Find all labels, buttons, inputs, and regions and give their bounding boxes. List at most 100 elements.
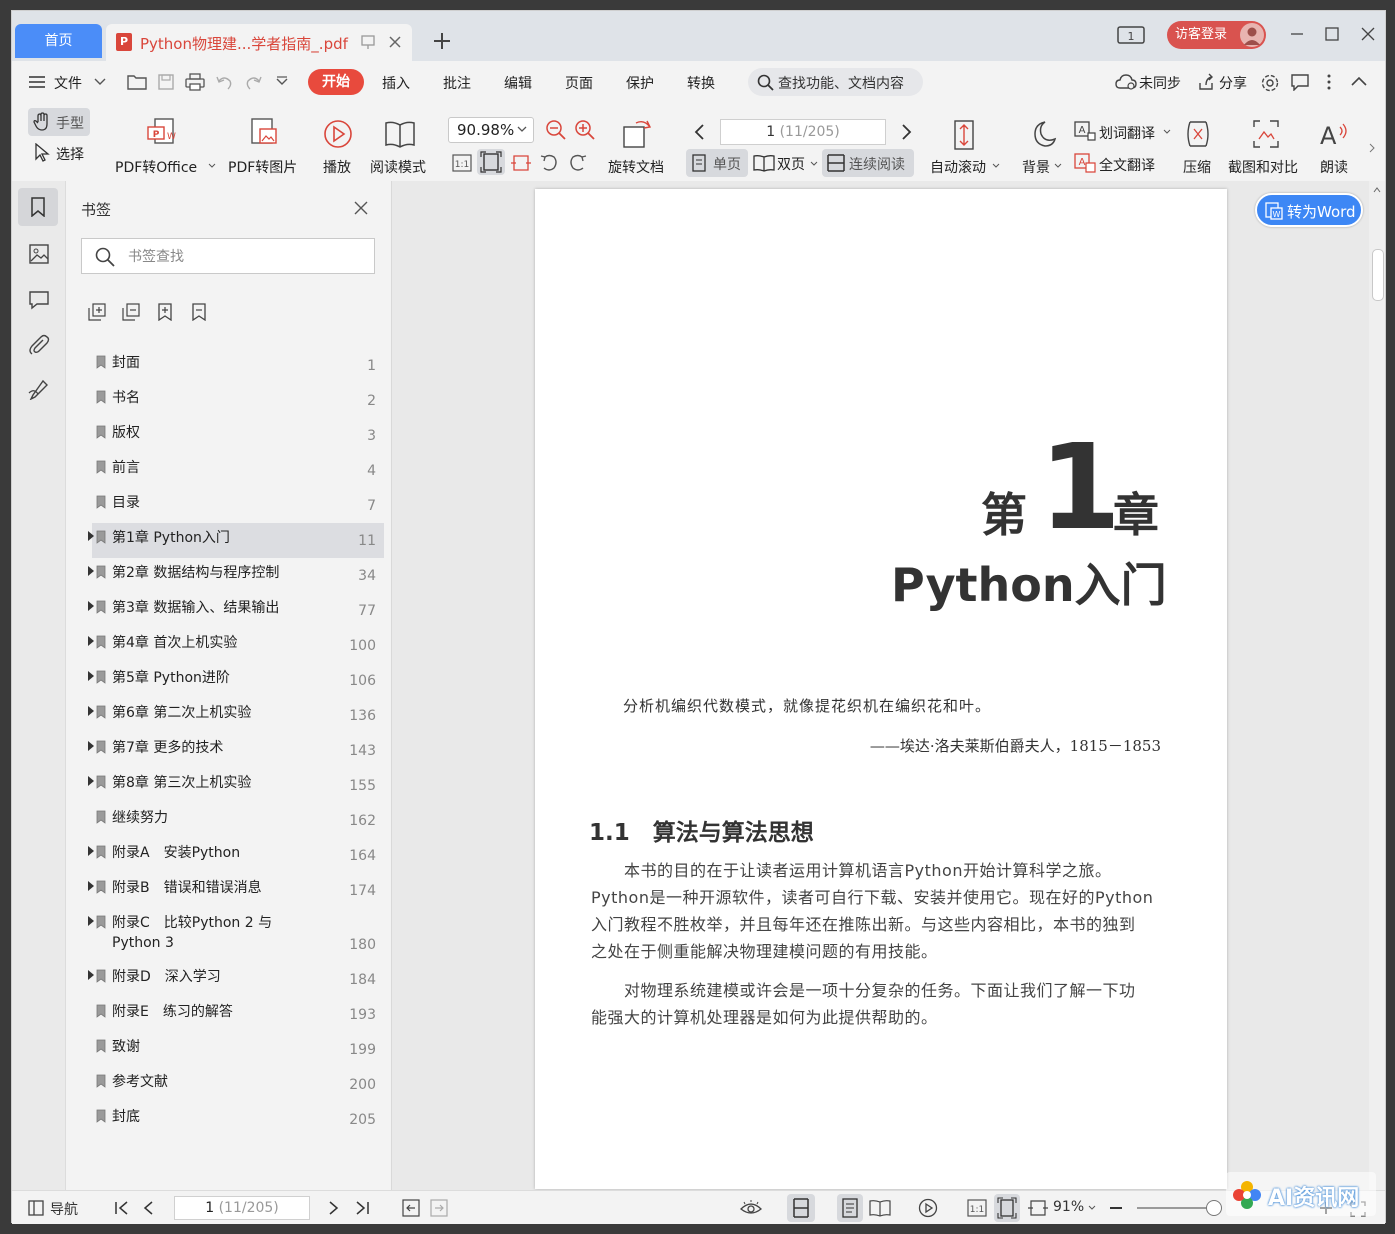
continuous-view-status-icon[interactable] bbox=[787, 1194, 815, 1222]
feedback-icon[interactable] bbox=[1290, 73, 1310, 91]
expand-arrow-icon[interactable] bbox=[88, 776, 94, 786]
expand-arrow-icon[interactable] bbox=[88, 706, 94, 716]
pdf-to-office-icon[interactable]: PW bbox=[145, 117, 179, 149]
toolbar-scroll-right-icon[interactable] bbox=[1368, 143, 1376, 153]
expand-arrow-icon[interactable] bbox=[88, 671, 94, 681]
feature-search[interactable]: 查找功能、文档内容 bbox=[748, 68, 923, 96]
bookmark-item[interactable]: 第2章 数据结构与程序控制 34 bbox=[88, 558, 384, 593]
back-view-icon[interactable] bbox=[402, 1199, 420, 1217]
bookmark-item[interactable]: 第5章 Python进阶 106 bbox=[88, 663, 384, 698]
next-page-icon[interactable] bbox=[328, 1200, 340, 1216]
auto-scroll-button[interactable]: 自动滚动 bbox=[930, 157, 986, 177]
bookmark-item[interactable]: 继续努力 162 bbox=[92, 803, 384, 838]
word-translate-button[interactable]: 划词翻译 bbox=[1099, 123, 1155, 143]
zoom-slider-handle[interactable] bbox=[1206, 1200, 1222, 1216]
chevron-down-icon[interactable] bbox=[810, 161, 818, 167]
new-tab-icon[interactable] bbox=[432, 31, 452, 51]
play-button[interactable]: 播放 bbox=[323, 157, 351, 177]
night-mode-moon-icon[interactable] bbox=[1027, 119, 1057, 149]
expand-arrow-icon[interactable] bbox=[88, 881, 94, 891]
bookmark-item[interactable]: 致谢 199 bbox=[92, 1032, 384, 1067]
expand-arrow-icon[interactable] bbox=[88, 636, 94, 646]
bookmark-item[interactable]: 第4章 首次上机实验 100 bbox=[88, 628, 384, 663]
comment-icon[interactable] bbox=[28, 290, 50, 310]
bookmark-item[interactable]: 书名 2 bbox=[92, 383, 384, 418]
full-translate-icon[interactable]: A bbox=[1074, 153, 1096, 173]
fit-page-icon[interactable] bbox=[477, 149, 505, 175]
vertical-scrollbar[interactable] bbox=[1369, 181, 1385, 1190]
more-options-icon[interactable] bbox=[1326, 73, 1332, 91]
hand-tool[interactable]: 手型 bbox=[28, 108, 90, 136]
screenshot-compare-button[interactable]: 截图和对比 bbox=[1228, 157, 1298, 177]
menu-insert[interactable]: 插入 bbox=[382, 73, 410, 93]
guest-login-button[interactable]: 访客登录 bbox=[1167, 21, 1266, 49]
close-window-icon[interactable] bbox=[1360, 26, 1376, 42]
cloud-sync-icon[interactable] bbox=[1115, 73, 1137, 91]
more-quick-access-icon[interactable] bbox=[276, 76, 288, 88]
scroll-up-icon[interactable] bbox=[1373, 187, 1381, 193]
maximize-icon[interactable] bbox=[1324, 26, 1340, 42]
signature-pen-icon[interactable] bbox=[28, 378, 50, 400]
chevron-down-icon[interactable] bbox=[208, 163, 216, 169]
bookmark-item[interactable]: 参考文献 200 bbox=[92, 1067, 384, 1102]
prev-page-icon[interactable] bbox=[692, 123, 706, 141]
bookmark-item[interactable]: 第1章 Python入门 11 bbox=[88, 523, 384, 558]
attachment-paperclip-icon[interactable] bbox=[28, 334, 50, 356]
expand-arrow-icon[interactable] bbox=[88, 970, 94, 980]
bookmark-item[interactable]: 附录C 比较Python 2 与Python 3 180 bbox=[88, 908, 384, 962]
zoom-select[interactable]: 90.98% bbox=[448, 117, 534, 143]
navigation-panel-icon[interactable] bbox=[28, 1200, 44, 1216]
print-icon[interactable] bbox=[185, 73, 205, 91]
chevron-down-icon[interactable] bbox=[1054, 163, 1062, 169]
menu-protect[interactable]: 保护 bbox=[626, 73, 654, 93]
word-translate-icon[interactable]: A bbox=[1074, 121, 1096, 141]
tab-close-icon[interactable] bbox=[387, 34, 403, 50]
status-zoom-value[interactable]: 91% bbox=[1053, 1199, 1084, 1215]
pdf-to-office-button[interactable]: PDF转Office bbox=[115, 157, 197, 177]
fit-width-status-icon[interactable] bbox=[1027, 1199, 1049, 1217]
bookmark-item[interactable]: 封面 1 bbox=[92, 348, 384, 383]
bookmark-item[interactable]: 附录E 练习的解答 193 bbox=[92, 997, 384, 1032]
thumbnail-image-icon[interactable] bbox=[29, 244, 49, 264]
chevron-down-icon[interactable] bbox=[1163, 129, 1171, 135]
rotate-left-icon[interactable] bbox=[539, 153, 559, 173]
sync-status[interactable]: 未同步 bbox=[1139, 73, 1181, 93]
read-aloud-button[interactable]: 朗读 bbox=[1320, 157, 1348, 177]
first-page-icon[interactable] bbox=[114, 1200, 130, 1216]
chevron-down-icon[interactable] bbox=[94, 77, 106, 87]
actual-size-status-icon[interactable]: 1:1 bbox=[967, 1199, 987, 1217]
save-icon[interactable] bbox=[157, 73, 175, 91]
expand-arrow-icon[interactable] bbox=[88, 741, 94, 751]
fit-width-icon[interactable] bbox=[510, 153, 532, 173]
expand-arrow-icon[interactable] bbox=[88, 916, 94, 926]
menu-file[interactable]: 文件 bbox=[54, 73, 82, 93]
full-translate-button[interactable]: 全文翻译 bbox=[1099, 155, 1155, 175]
play-icon[interactable] bbox=[323, 119, 353, 149]
minimize-icon[interactable] bbox=[1289, 26, 1305, 42]
window-layout-icon[interactable]: 1 bbox=[1117, 25, 1147, 45]
redo-icon[interactable] bbox=[245, 73, 263, 91]
page-number-input[interactable]: 1 (11/205) bbox=[720, 119, 886, 145]
bookmark-item[interactable]: 第3章 数据输入、结果输出 77 bbox=[88, 593, 384, 628]
status-page-input[interactable]: 1 (11/205) bbox=[174, 1196, 310, 1220]
share-icon[interactable] bbox=[1197, 73, 1215, 91]
zoom-out-minus-icon[interactable] bbox=[1109, 1206, 1123, 1210]
rotate-document-icon[interactable] bbox=[622, 117, 654, 149]
open-folder-icon[interactable] bbox=[127, 73, 147, 91]
menu-page[interactable]: 页面 bbox=[565, 73, 593, 93]
continuous-read-toggle[interactable]: 连续阅读 bbox=[822, 149, 914, 177]
scrollbar-thumb[interactable] bbox=[1372, 249, 1384, 301]
bookmark-item[interactable]: 第7章 更多的技术 143 bbox=[88, 733, 384, 768]
next-page-icon[interactable] bbox=[900, 123, 914, 141]
menu-start[interactable]: 开始 bbox=[308, 69, 364, 95]
expand-arrow-icon[interactable] bbox=[88, 566, 94, 576]
bookmark-item[interactable]: 第6章 第二次上机实验 136 bbox=[88, 698, 384, 733]
play-slideshow-icon[interactable] bbox=[918, 1198, 938, 1218]
single-page-status-icon[interactable] bbox=[837, 1194, 863, 1222]
expand-arrow-icon[interactable] bbox=[88, 846, 94, 856]
undo-icon[interactable] bbox=[215, 73, 233, 91]
background-button[interactable]: 背景 bbox=[1022, 157, 1050, 177]
zoom-in-icon[interactable] bbox=[574, 119, 596, 141]
forward-view-icon[interactable] bbox=[430, 1199, 448, 1217]
double-page-icon[interactable] bbox=[753, 154, 775, 172]
